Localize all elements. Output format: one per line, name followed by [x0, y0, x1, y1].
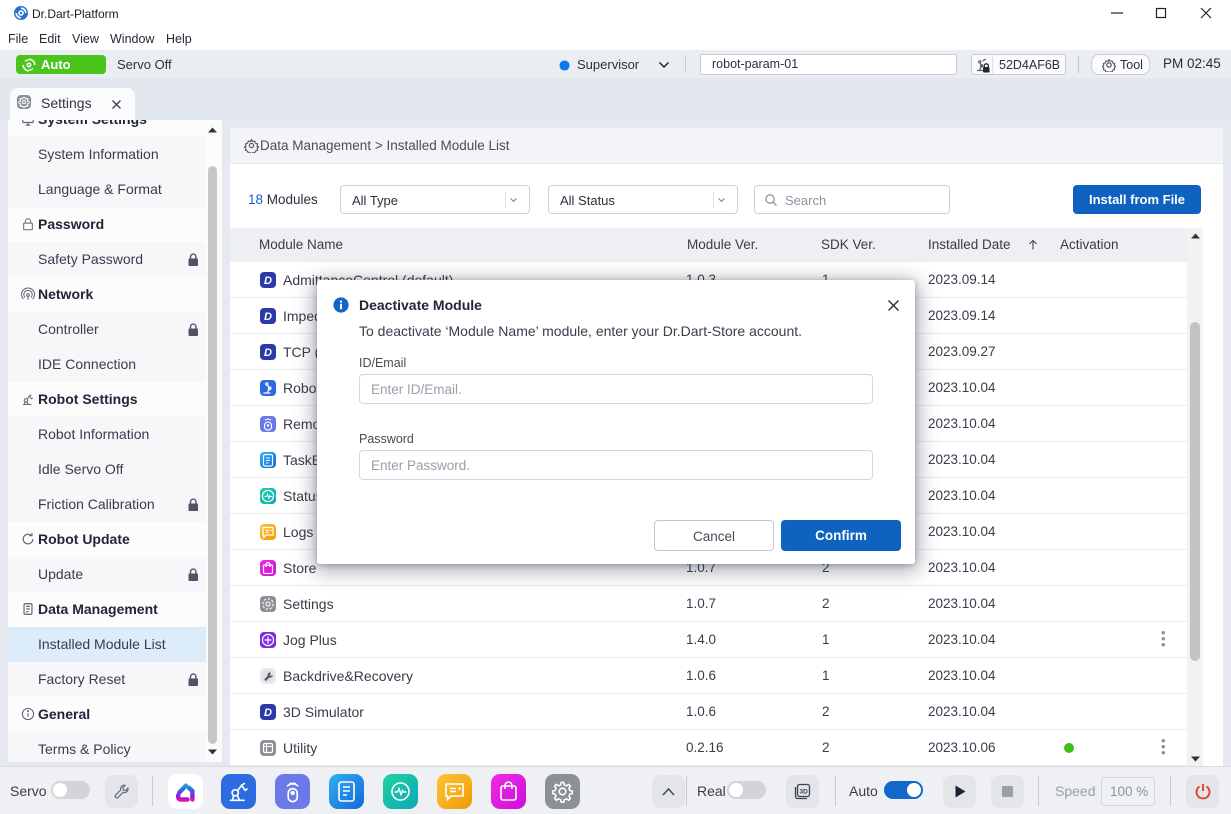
svg-text:D: D	[264, 275, 272, 287]
svg-text:D: D	[264, 707, 272, 719]
svg-text:3D: 3D	[800, 789, 809, 796]
svg-text:D: D	[264, 311, 272, 323]
svg-text:D: D	[264, 347, 272, 359]
